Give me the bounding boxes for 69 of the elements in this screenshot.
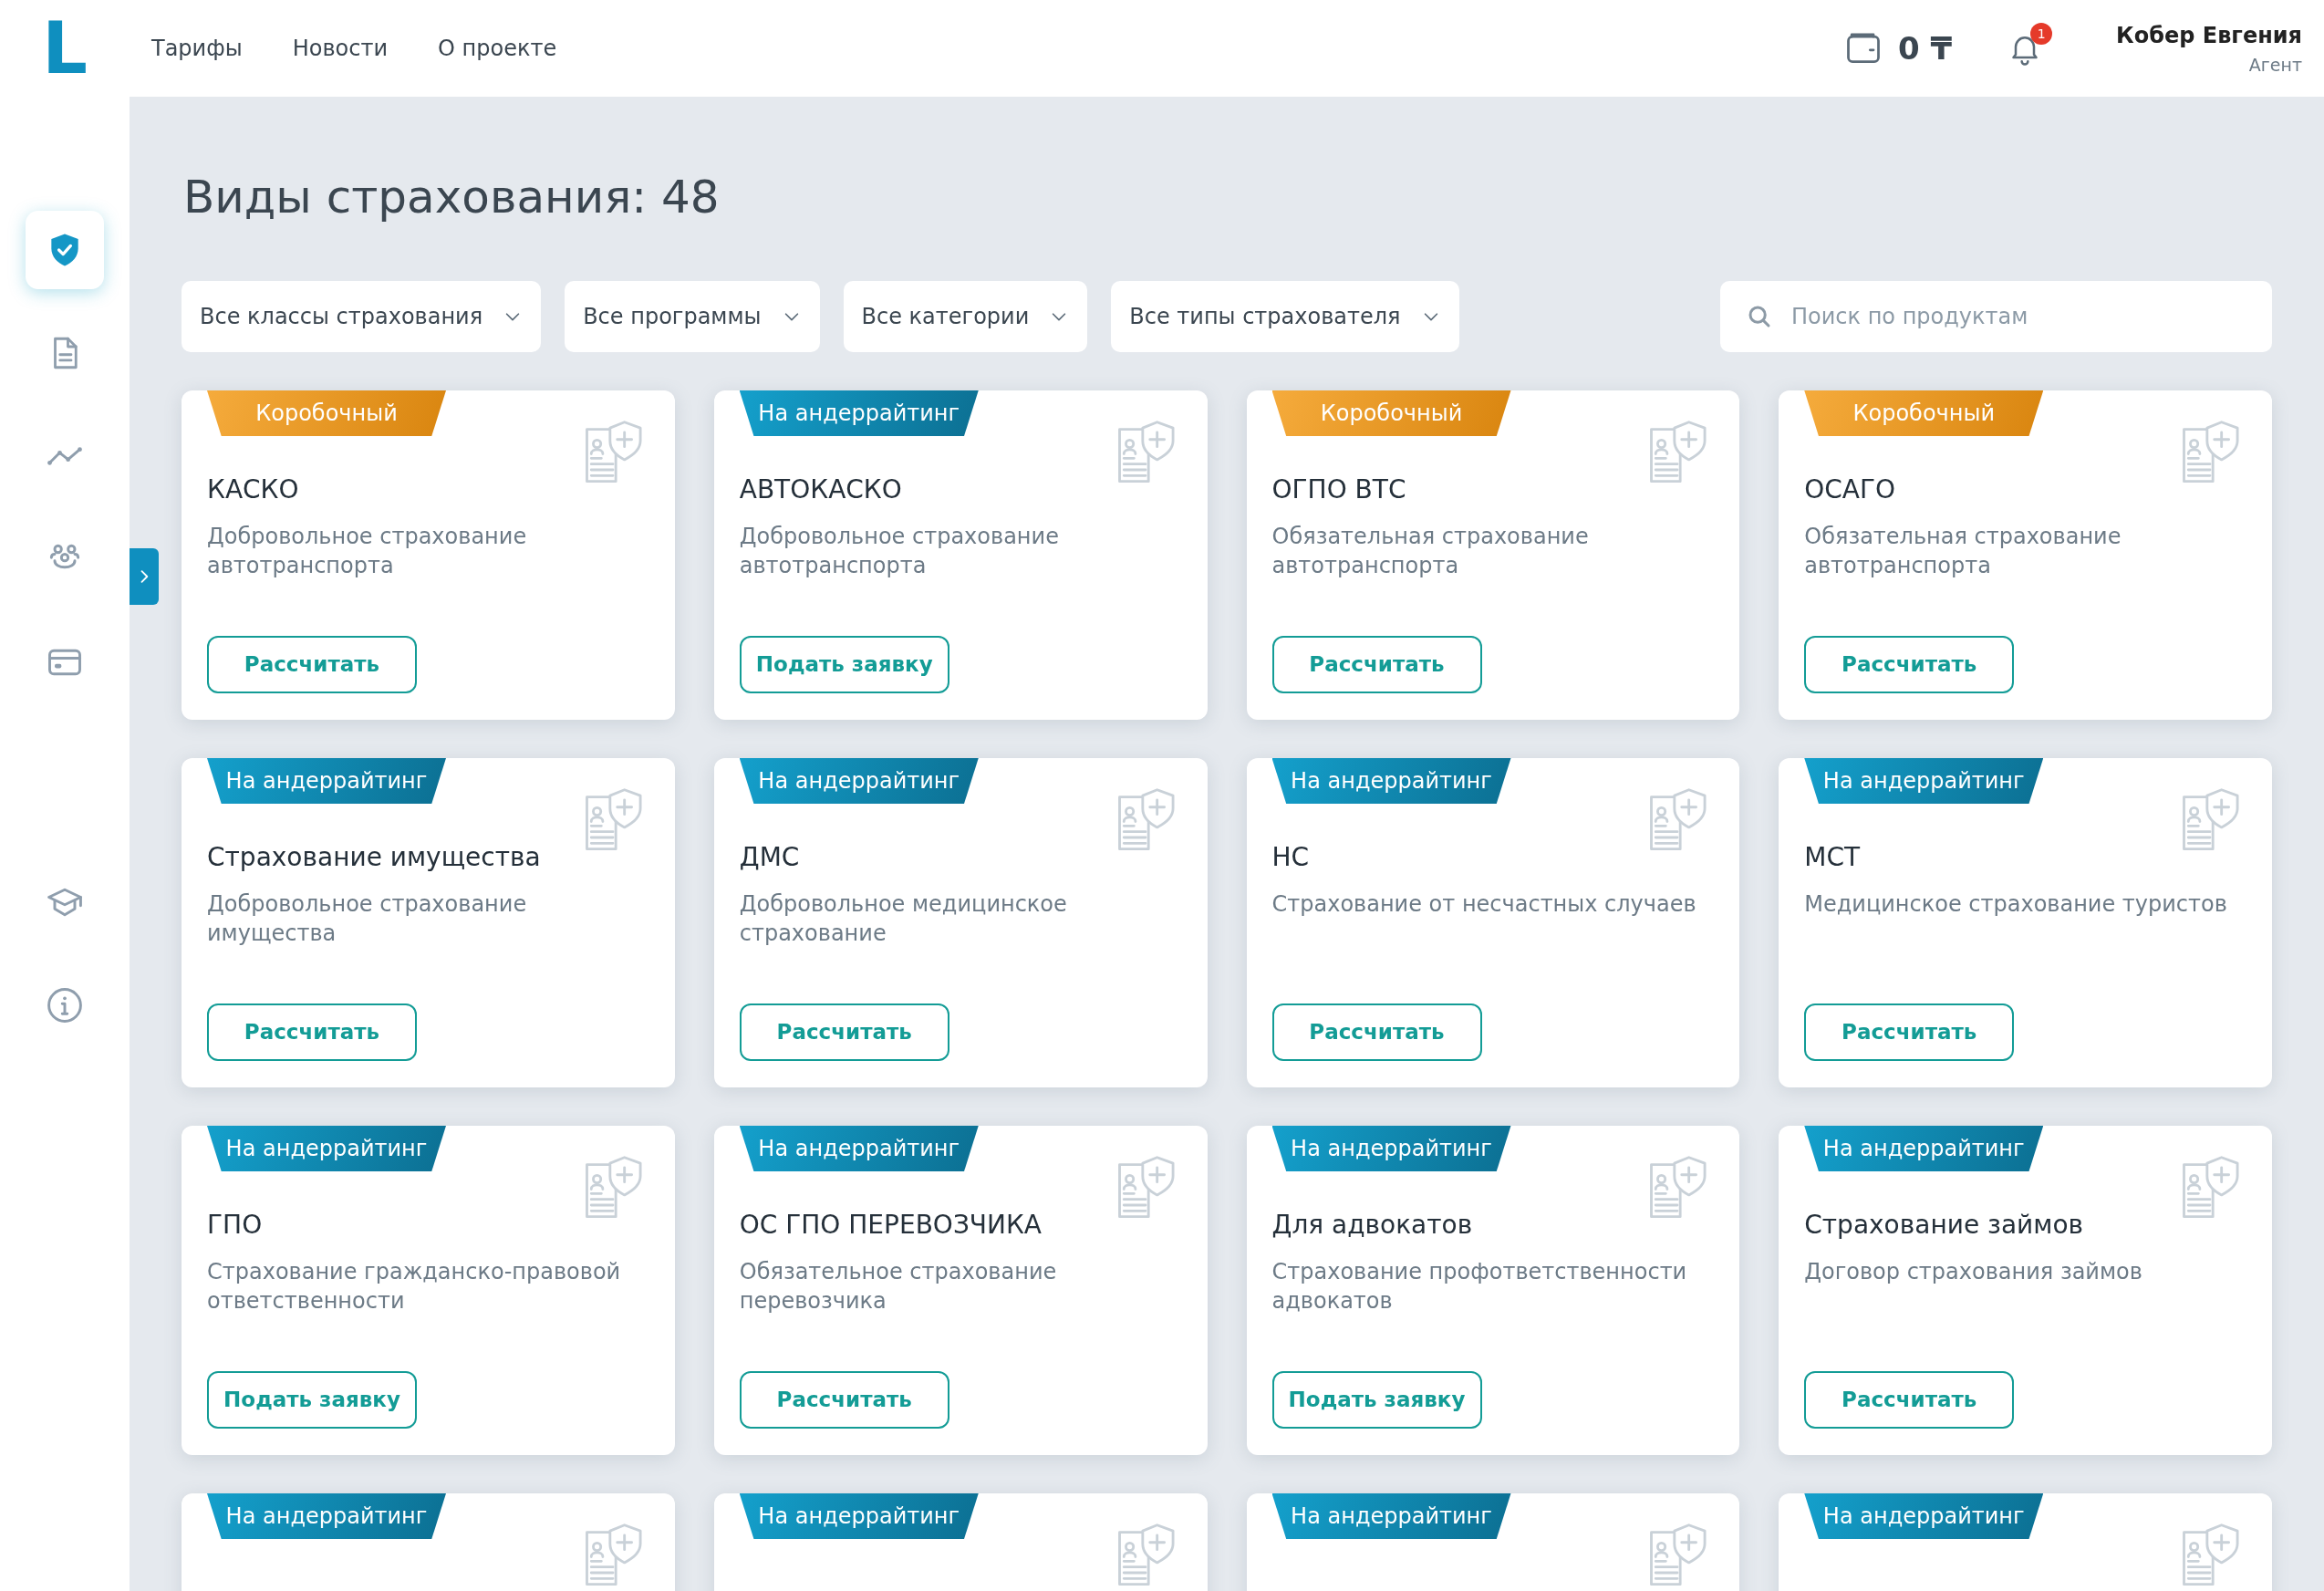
product-description: Обязательная страхование автотранспорта — [1271, 523, 1590, 581]
product-title: НС — [1271, 841, 1311, 874]
expand-sidebar-button[interactable] — [130, 548, 159, 605]
filter-dropdown[interactable]: Все типы страхователя — [1111, 281, 1459, 352]
balance: 0 ₸ — [1897, 28, 1953, 68]
product-description: Страхование гражданско-правовой ответственности — [207, 1258, 622, 1316]
product-title: ОСАГО — [1804, 473, 1897, 506]
product-description: Добровольное страхование автотранспорта — [207, 523, 528, 581]
sidebar-item[interactable] — [26, 211, 104, 289]
page-title: Виды страхования: 48 — [183, 170, 721, 224]
product-badge: На андеррайтинг — [1804, 758, 2044, 804]
product-description: Добровольное страхование имущества — [207, 890, 528, 949]
nav-link[interactable]: О проекте — [438, 32, 557, 65]
product-description: Договор страхования займов — [1804, 1258, 2143, 1286]
product-badge: Коробочный — [1271, 390, 1511, 436]
product-description: Медицинское страхование туристов — [1804, 890, 2228, 919]
product-description: Обязательная страхование автотранспорта — [1804, 523, 2122, 581]
product-badge: На андеррайтинг — [207, 1126, 446, 1171]
product-title: ГПО — [207, 1209, 264, 1242]
product-badge: Коробочный — [1804, 390, 2044, 436]
product-action-button[interactable]: Рассчитать — [1804, 1003, 2015, 1061]
product-badge: На андеррайтинг — [1804, 1126, 2044, 1171]
product-badge: На андеррайтинг — [1271, 1493, 1511, 1539]
info-icon[interactable] — [45, 985, 85, 1025]
product-description: Обязательное страхование перевозчика — [739, 1258, 1058, 1316]
product-badge: На андеррайтинг — [207, 758, 446, 804]
product-action-button[interactable]: Подать заявку — [739, 636, 949, 693]
product-badge: На андеррайтинг — [739, 1493, 979, 1539]
product-title: Страхование имущества — [207, 841, 542, 874]
product-badge: На андеррайтинг — [739, 758, 979, 804]
nav-link[interactable]: Новости — [292, 32, 388, 65]
product-description: Страхование от несчастных случаев — [1271, 890, 1697, 919]
product-action-button[interactable]: Подать заявку — [1271, 1371, 1482, 1429]
product-badge: На андеррайтинг — [1271, 1126, 1511, 1171]
product-title: ОГПО ВТС — [1271, 473, 1407, 506]
product-action-button[interactable]: Рассчитать — [1804, 636, 2015, 693]
notification-count: 1 — [2030, 23, 2053, 45]
product-action-button[interactable]: Рассчитать — [207, 636, 417, 693]
product-title: ДМС — [739, 841, 801, 874]
product-action-button[interactable]: Рассчитать — [1271, 1003, 1482, 1061]
product-badge: На андеррайтинг — [207, 1493, 446, 1539]
filter-dropdown[interactable]: Все категории — [843, 281, 1088, 352]
product-action-button[interactable]: Подать заявку — [207, 1371, 417, 1429]
product-title: КАСКО — [207, 473, 300, 506]
filter-dropdown[interactable]: Все классы страхования — [182, 281, 542, 352]
product-badge: На андеррайтинг — [739, 390, 979, 436]
product-badge: На андеррайтинг — [1804, 1493, 2044, 1539]
user-name: Кобер Евгения — [2116, 21, 2302, 50]
product-action-button[interactable]: Рассчитать — [739, 1371, 949, 1429]
filter-dropdown[interactable]: Все программы — [565, 281, 820, 352]
product-badge: На андеррайтинг — [739, 1126, 979, 1171]
product-badge: Коробочный — [207, 390, 446, 436]
product-title: АВТОКАСКО — [739, 473, 903, 506]
product-action-button[interactable]: Рассчитать — [1804, 1371, 2015, 1429]
product-title: ОС ГПО ПЕРЕВОЗЧИКА — [739, 1209, 1043, 1242]
product-title: МСТ — [1804, 841, 1862, 874]
product-description: Добровольное медицинское страхование — [739, 890, 1068, 949]
product-description: Страхование профответственности адвокатов — [1271, 1258, 1688, 1316]
logo[interactable]: L — [42, 13, 88, 84]
user-role: Агент — [2248, 53, 2302, 77]
product-description: Добровольное страхование автотранспорта — [739, 523, 1060, 581]
product-action-button[interactable]: Рассчитать — [739, 1003, 949, 1061]
search-field[interactable]: Поиск по продуктам — [1720, 281, 2272, 352]
product-action-button[interactable]: Рассчитать — [207, 1003, 417, 1061]
product-title: Для адвокатов — [1271, 1209, 1474, 1242]
product-title: Страхование займов — [1804, 1209, 2085, 1242]
nav-link[interactable]: Тарифы — [151, 32, 243, 65]
product-action-button[interactable]: Рассчитать — [1271, 636, 1482, 693]
product-badge: На андеррайтинг — [1271, 758, 1511, 804]
